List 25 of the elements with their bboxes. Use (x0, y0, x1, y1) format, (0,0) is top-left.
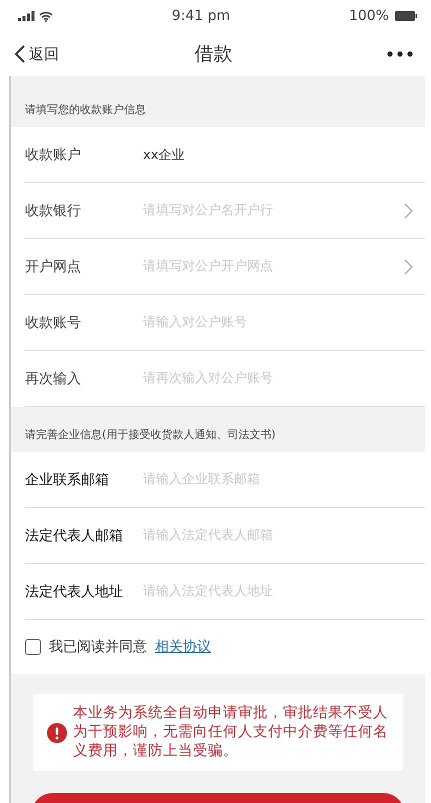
field-label: 收款账户 (25, 146, 82, 164)
agreement-link[interactable]: 相关协议 (155, 638, 211, 656)
field-label: 开户网点 (25, 258, 82, 276)
warning-icon (47, 722, 67, 742)
field-label: 企业联系邮箱 (25, 470, 110, 488)
agreement-text: 我已阅读并同意 (49, 638, 147, 656)
warning-text: 本业务为系统全自动申请审批，审批结果不受人为干预影响，无需向任何人支付中介费等任何名义费用，谨防上当受骗。 (73, 704, 389, 761)
field-label: 收款账号 (25, 314, 82, 332)
field-label: 法定代表人地址 (25, 582, 124, 600)
field-label: 收款银行 (25, 202, 82, 220)
input-field[interactable]: xx企业 (143, 147, 413, 162)
battery-percent: 100% (348, 8, 389, 24)
agreement-checkbox[interactable] (25, 639, 41, 655)
chevron-icon (404, 258, 413, 274)
chevron-icon (404, 202, 413, 218)
status-time: 9:41 pm (172, 8, 230, 24)
page-title: 借款 (194, 42, 234, 67)
more-icon (387, 51, 413, 57)
field-label: 法定代表人邮箱 (25, 526, 124, 544)
back-icon (14, 45, 26, 63)
wifi-icon (39, 10, 53, 22)
battery-icon (394, 11, 417, 21)
field-label: 再次输入 (25, 370, 82, 388)
back-button[interactable]: 返回 (14, 44, 104, 64)
signal-icon (18, 11, 35, 21)
